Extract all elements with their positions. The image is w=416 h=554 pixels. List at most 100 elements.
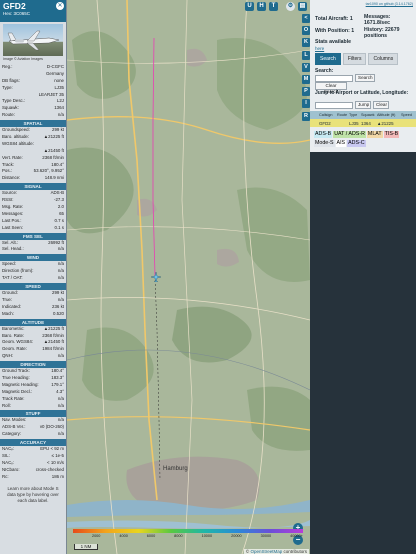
section-header[interactable]: WIND bbox=[0, 254, 66, 262]
search-button[interactable]: Search bbox=[355, 74, 375, 82]
info-value: 26992 ft bbox=[48, 239, 64, 245]
aircraft-photo[interactable] bbox=[3, 24, 63, 56]
clear-search-button[interactable]: Clear Search bbox=[315, 82, 347, 94]
section-header[interactable]: ALTITUDE bbox=[0, 318, 66, 326]
jump-input[interactable] bbox=[315, 102, 353, 109]
map-button-h[interactable]: H bbox=[257, 2, 266, 11]
info-label: Baro. Rate: bbox=[2, 332, 25, 338]
info-value: n/a bbox=[57, 275, 64, 281]
clear-button[interactable]: Clear bbox=[373, 101, 389, 109]
info-label: Barometric: bbox=[2, 325, 25, 331]
section-header[interactable]: DIRECTION bbox=[0, 361, 66, 369]
info-label: Pos.: bbox=[2, 168, 13, 174]
close-icon[interactable]: ✕ bbox=[56, 2, 64, 10]
section-header[interactable]: ACCURACY bbox=[0, 439, 66, 447]
map-m-button[interactable]: M bbox=[302, 74, 310, 84]
info-label: SIL: bbox=[2, 452, 10, 458]
info-label: TAT / OAT: bbox=[2, 275, 23, 281]
info-row: Track: 180.4° bbox=[0, 162, 66, 169]
section-header[interactable]: SPEED bbox=[0, 283, 66, 291]
info-label: Indicated: bbox=[2, 303, 22, 309]
info-row: Sel. Alt.: 26992 ft bbox=[0, 240, 66, 247]
info-label: Last Seen: bbox=[2, 224, 23, 230]
layers-icon[interactable]: ▤ bbox=[298, 2, 307, 11]
tab-filters[interactable]: Filters bbox=[342, 53, 367, 65]
info-row: Route: n/a bbox=[0, 112, 66, 119]
info-value: EPU < 92 m bbox=[40, 446, 64, 452]
info-label: Type: bbox=[2, 84, 13, 90]
column-header[interactable]: Speed bbox=[400, 113, 416, 117]
info-value: 186 m bbox=[51, 473, 64, 479]
stats-available: Stats available bbox=[315, 39, 352, 45]
map-tiles: Hamburg bbox=[67, 0, 310, 554]
map-k-button[interactable]: K bbox=[302, 38, 310, 48]
info-value: 53.620°, 9.952° bbox=[33, 168, 64, 174]
table-cell: ▲21225 bbox=[377, 120, 394, 126]
info-label: Sel. Head.: bbox=[2, 246, 24, 252]
info-label: NICbaro: bbox=[2, 466, 20, 472]
info-row: NACᵥ: < 10 m/s bbox=[0, 460, 66, 467]
info-label: Direction (from): bbox=[2, 268, 34, 274]
section-header[interactable]: STUFF bbox=[0, 410, 66, 418]
column-header[interactable]: Altitude (ft) bbox=[376, 113, 400, 117]
info-value: n/a bbox=[57, 112, 64, 118]
info-row: Distance: 148.9 nmi bbox=[0, 175, 66, 182]
info-value: 2.0 bbox=[57, 204, 64, 210]
altitude-tick: 2000 bbox=[91, 534, 101, 538]
scale-bar: 1 NM bbox=[74, 544, 98, 550]
column-header[interactable]: Callsign bbox=[318, 113, 336, 117]
info-label: Track: bbox=[2, 161, 15, 167]
panel-tabs: Search Filters Columns bbox=[315, 53, 399, 65]
jump-button[interactable]: Jump bbox=[355, 101, 371, 109]
info-label: Track Rate: bbox=[2, 395, 25, 401]
info-label: Speed: bbox=[2, 261, 16, 267]
info-value: n/a bbox=[57, 395, 64, 401]
info-row: Geom. WGS84: ▲21450 ft bbox=[0, 339, 66, 346]
info-row: Type Desc.: L2J bbox=[0, 98, 66, 105]
table-row[interactable]: GFD2 LJ35 1364 ▲21225 bbox=[310, 119, 416, 127]
legend-item: ADS-B bbox=[314, 131, 333, 138]
search-input[interactable] bbox=[315, 75, 353, 82]
section-header[interactable]: SIGNAL bbox=[0, 183, 66, 191]
info-label: WGS84 altitude: bbox=[2, 140, 34, 146]
column-header[interactable]: Squawk bbox=[360, 113, 376, 117]
info-label: Distance: bbox=[2, 175, 21, 181]
osm-link[interactable]: OpenStreetMap bbox=[250, 549, 282, 554]
info-value: 179.1° bbox=[51, 381, 64, 387]
altitude-tick: 8000 bbox=[174, 534, 183, 538]
map-view[interactable]: Hamburg U H T ⚙ ▤ + − 2000 4000 6000 8000 10… bbox=[67, 0, 310, 554]
legend-item: Mode-S bbox=[314, 140, 335, 147]
map-p-button[interactable]: P bbox=[302, 87, 310, 97]
map-button-t[interactable]: T bbox=[269, 2, 278, 11]
altitude-tick: 40000+ bbox=[290, 534, 303, 538]
column-header[interactable]: Route bbox=[336, 113, 348, 117]
info-label: True Heading: bbox=[2, 374, 30, 380]
info-row: Msg. Rate: 2.0 bbox=[0, 204, 66, 211]
stats-link[interactable]: here bbox=[315, 46, 324, 51]
map-r-button[interactable]: R bbox=[302, 111, 310, 121]
info-row: TAT / OAT: n/a bbox=[0, 275, 66, 282]
tab-columns[interactable]: Columns bbox=[368, 53, 399, 65]
info-row: Pos.: 53.620°, 9.952° bbox=[0, 168, 66, 175]
version-link[interactable]: tar1090 on github (3.14.1762) bbox=[310, 2, 416, 6]
map-button-u[interactable]: U bbox=[245, 2, 254, 11]
info-sections: SPATIAL Groundspeed: 299 kt Baro. altitude:… bbox=[0, 120, 66, 480]
map-o-button[interactable]: O bbox=[302, 26, 310, 36]
section-header[interactable]: FMS SEL bbox=[0, 232, 66, 240]
map-collapse-button[interactable]: < bbox=[302, 14, 310, 23]
map-v-button[interactable]: V bbox=[302, 62, 310, 72]
aircraft-marker-icon[interactable] bbox=[151, 272, 161, 282]
tab-search[interactable]: Search bbox=[315, 53, 341, 65]
info-value: 180.4° bbox=[51, 161, 64, 167]
info-value: n/a bbox=[57, 246, 64, 252]
column-header[interactable]: Type bbox=[348, 113, 360, 117]
table-header: Callsign Route Type Squawk Altitude (ft) Spee… bbox=[310, 111, 416, 119]
tar1090-app: GFD2 Hex: 3C065C ✕ Image © Aviation Imag… bbox=[0, 0, 416, 554]
altitude-tick: 6000 bbox=[146, 534, 156, 538]
info-row: SIL: ≤ 1e-5 bbox=[0, 453, 66, 460]
map-l-button[interactable]: L bbox=[302, 50, 310, 60]
map-i-button[interactable]: I bbox=[302, 99, 310, 109]
section-header[interactable]: SPATIAL bbox=[0, 120, 66, 128]
info-label: RSSI: bbox=[2, 197, 14, 203]
gear-icon[interactable]: ⚙ bbox=[286, 2, 295, 11]
